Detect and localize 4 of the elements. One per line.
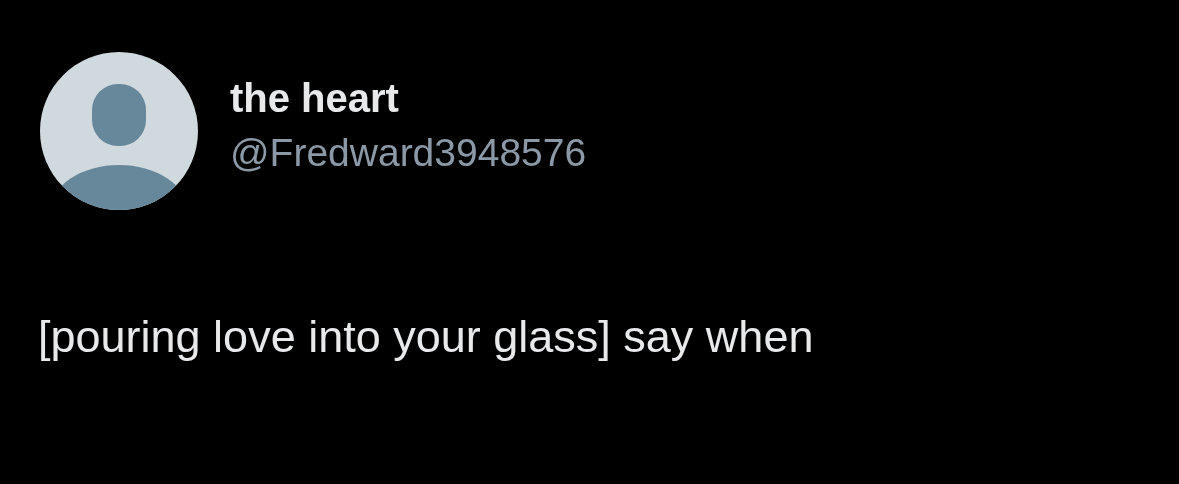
user-handle[interactable]: @Fredward3948576: [230, 129, 587, 177]
avatar-icon: [40, 52, 198, 210]
display-name[interactable]: the heart: [230, 73, 399, 122]
tweet-text: [pouring love into your glass] say when: [38, 310, 814, 364]
